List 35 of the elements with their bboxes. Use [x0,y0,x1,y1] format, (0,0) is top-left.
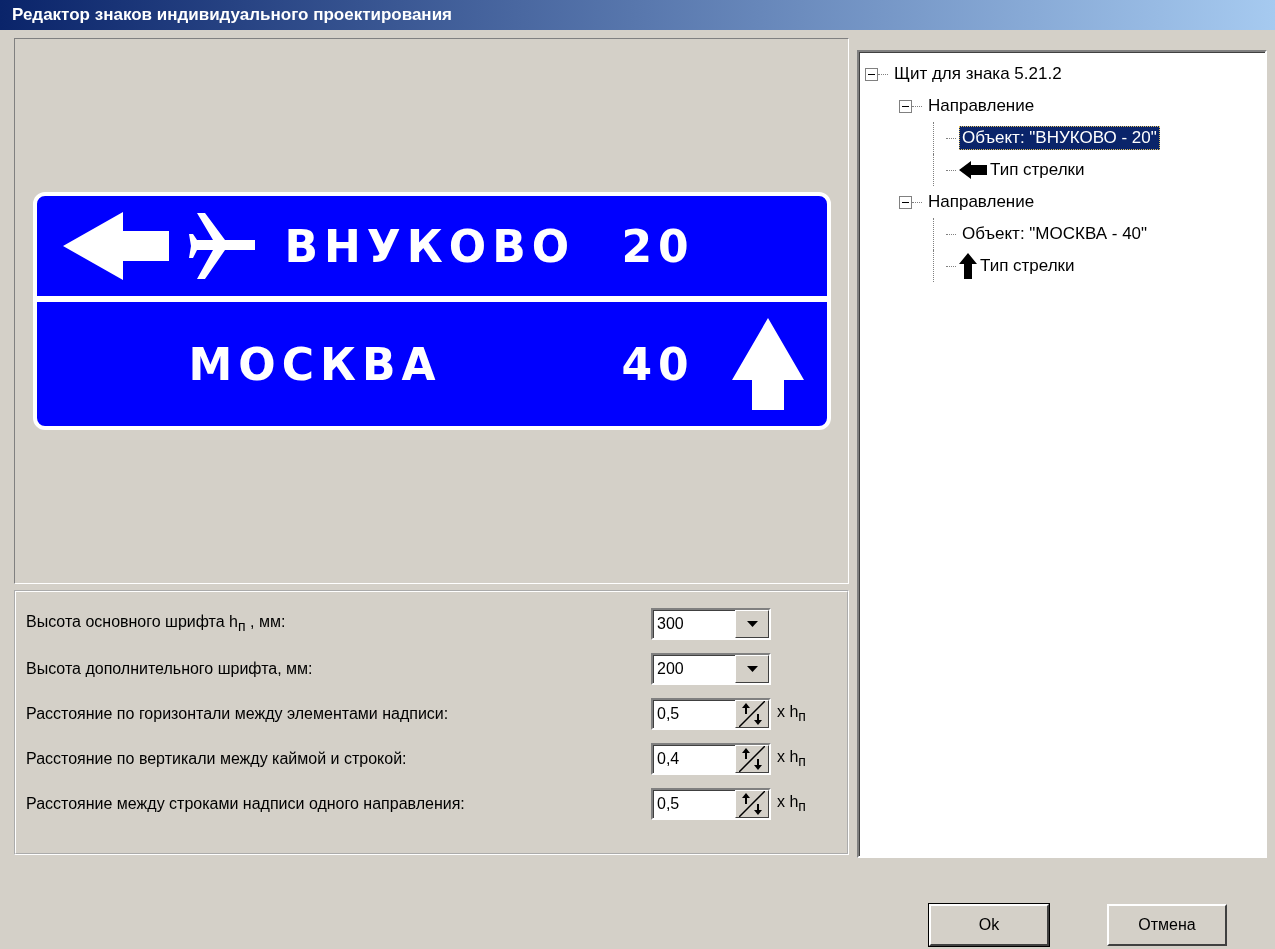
setting-label: Расстояние по вертикали между каймой и строкой: [26,750,408,768]
collapse-toggle[interactable] [899,99,912,113]
setting-label: Высота дополнительного шрифта, мм: [26,660,314,678]
spin-arrows-icon [739,701,765,727]
tree-item[interactable]: Объект: "ВНУКОВО - 20" [959,126,1160,150]
window-title: Редактор знаков индивидуального проектирования [0,0,1275,30]
cancel-button[interactable]: Отмена [1107,904,1227,946]
collapse-toggle[interactable] [865,67,878,81]
tree-item[interactable]: Тип стрелки [977,254,1078,278]
tree-item[interactable]: Направление [925,190,1038,214]
dropdown-field[interactable]: 200 [651,653,771,685]
unit-label: x h$_{п}$ [777,793,806,815]
spin-field[interactable]: 0,4 [651,743,771,775]
dropdown-arrow-icon [746,666,758,672]
spin-field[interactable]: 0,5 [651,788,771,820]
setting-label: Расстояние между строками надписи одного направления: [26,795,466,813]
destination-name: МОСКВА [188,338,442,390]
distance-value: 20 [621,220,696,272]
unit-label: x h$_{п}$ [777,748,806,770]
dropdown-arrow-icon [746,621,758,627]
destination-name: ВНУКОВО [284,220,576,272]
setting-label: Высота основного шрифта h$_{п}$ , мм: [26,613,287,635]
unit-label: x h$_{п}$ [777,703,806,725]
tree-item[interactable]: Направление [925,94,1038,118]
collapse-toggle[interactable] [899,195,912,209]
ok-button[interactable]: Ok [929,904,1049,946]
dropdown-field[interactable]: 300 [651,608,771,640]
spin-arrows-icon [739,746,765,772]
distance-value: 40 [621,338,696,390]
tree-item[interactable]: Тип стрелки [987,158,1088,182]
setting-label: Расстояние по горизонтали между элементами надписи: [26,705,450,723]
spin-arrows-icon [739,791,765,817]
tree-item[interactable]: Щит для знака 5.21.2 [891,62,1065,86]
tree-item[interactable]: Объект: "МОСКВА - 40" [959,222,1151,246]
spin-field[interactable]: 0,5 [651,698,771,730]
